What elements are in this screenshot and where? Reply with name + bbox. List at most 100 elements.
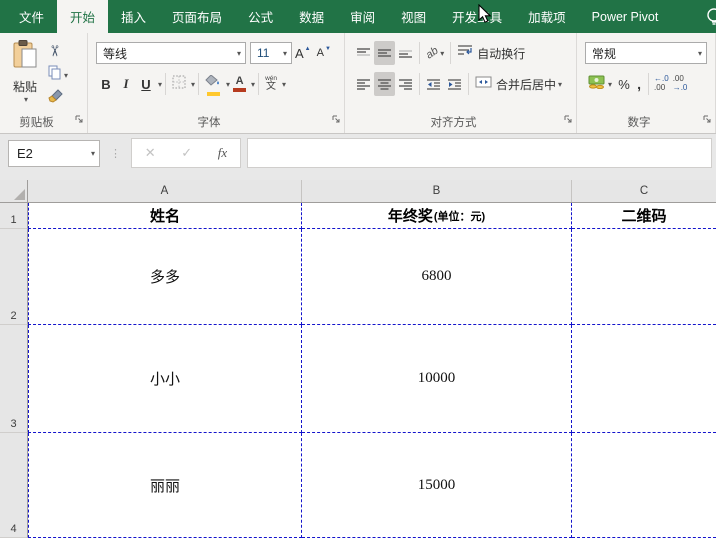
borders-dropdown-icon[interactable]: ▾ bbox=[191, 80, 195, 89]
tab-page-layout[interactable]: 页面布局 bbox=[159, 0, 235, 33]
cell-a1[interactable]: 姓名 bbox=[28, 203, 302, 229]
insert-function-icon[interactable]: fx bbox=[218, 145, 227, 161]
row-header-2[interactable]: 2 bbox=[0, 229, 28, 325]
tell-me-lightbulb-icon[interactable] bbox=[703, 6, 716, 33]
column-header-c[interactable]: C bbox=[572, 180, 716, 202]
copy-button[interactable]: ▾ bbox=[48, 65, 68, 85]
tab-review[interactable]: 审阅 bbox=[337, 0, 388, 33]
accounting-format-button[interactable]: ▾ bbox=[585, 72, 615, 96]
orientation-button[interactable]: ab ▾ bbox=[423, 41, 447, 65]
fill-color-button[interactable] bbox=[202, 72, 224, 96]
money-icon bbox=[588, 75, 606, 94]
separator bbox=[258, 73, 259, 95]
cell-a2[interactable]: 多多 bbox=[28, 229, 302, 325]
number-format-value: 常规 bbox=[592, 45, 616, 62]
cell-b4[interactable]: 15000 bbox=[302, 433, 572, 538]
cell-b3[interactable]: 10000 bbox=[302, 325, 572, 433]
cancel-icon[interactable]: ✕ bbox=[145, 145, 156, 161]
font-family-combobox[interactable]: 等线 ▾ bbox=[96, 42, 246, 64]
separator bbox=[198, 73, 199, 95]
cell-b2[interactable]: 6800 bbox=[302, 229, 572, 325]
formula-bar-splitter[interactable]: ⋮ bbox=[110, 147, 121, 160]
number-format-dropdown-icon[interactable]: ▾ bbox=[698, 49, 702, 58]
percent-style-button[interactable]: % bbox=[615, 72, 633, 96]
increase-indent-button[interactable] bbox=[444, 72, 465, 96]
cell-c1[interactable]: 二维码 bbox=[572, 203, 716, 229]
tab-data[interactable]: 数据 bbox=[286, 0, 337, 33]
tab-insert[interactable]: 插入 bbox=[108, 0, 159, 33]
clipboard-dialog-launcher[interactable] bbox=[74, 111, 84, 129]
column-header-b[interactable]: B bbox=[302, 180, 572, 202]
comma-style-button[interactable]: , bbox=[633, 72, 645, 96]
orientation-dropdown-icon[interactable]: ▾ bbox=[440, 49, 444, 58]
tab-formulas[interactable]: 公式 bbox=[235, 0, 286, 33]
tab-view[interactable]: 视图 bbox=[388, 0, 439, 33]
alignment-dialog-launcher[interactable] bbox=[563, 111, 573, 129]
align-left-button[interactable] bbox=[353, 72, 374, 96]
underline-button[interactable]: U bbox=[136, 72, 156, 96]
spreadsheet: A B C 1 姓名 年终奖(单位：元) 二维码 2 多多 6800 3 小小 … bbox=[0, 180, 716, 543]
increase-font-size-button[interactable]: A▲ bbox=[292, 41, 314, 65]
cell-a4[interactable]: 丽丽 bbox=[28, 433, 302, 538]
cell-b1[interactable]: 年终奖(单位：元) bbox=[302, 203, 572, 229]
align-left-icon bbox=[356, 78, 371, 90]
fill-color-bar bbox=[207, 92, 220, 96]
paste-dropdown-icon[interactable]: ▾ bbox=[24, 95, 28, 104]
align-center-icon bbox=[377, 78, 392, 90]
font-size-combobox[interactable]: 11 ▾ bbox=[250, 42, 292, 64]
font-dialog-launcher[interactable] bbox=[331, 111, 341, 129]
align-center-button[interactable] bbox=[374, 72, 395, 96]
decrease-indent-icon bbox=[426, 78, 441, 90]
bold-button[interactable]: B bbox=[96, 72, 116, 96]
align-bottom-button[interactable] bbox=[395, 41, 416, 65]
decrease-decimal-button[interactable]: .00 →.0 bbox=[671, 72, 690, 96]
row-header-1[interactable]: 1 bbox=[0, 203, 28, 229]
align-top-button[interactable] bbox=[353, 41, 374, 65]
underline-dropdown-icon[interactable]: ▾ bbox=[158, 80, 162, 89]
tab-home[interactable]: 开始 bbox=[57, 0, 108, 33]
row-header-4[interactable]: 4 bbox=[0, 433, 28, 538]
cell-c2[interactable] bbox=[572, 229, 716, 325]
number-format-dropdown[interactable]: 常规 ▾ bbox=[585, 42, 707, 64]
align-right-button[interactable] bbox=[395, 72, 416, 96]
copy-dropdown-icon[interactable]: ▾ bbox=[64, 71, 68, 80]
phonetic-dropdown-icon[interactable]: ▾ bbox=[282, 80, 286, 89]
align-top-icon bbox=[356, 47, 371, 59]
formula-input[interactable] bbox=[247, 138, 712, 168]
accounting-dropdown-icon[interactable]: ▾ bbox=[608, 80, 612, 89]
tab-add-ins[interactable]: 加载项 bbox=[515, 0, 579, 33]
decrease-indent-button[interactable] bbox=[423, 72, 444, 96]
font-family-dropdown-icon[interactable]: ▾ bbox=[237, 49, 241, 58]
cell-b1-main: 年终奖 bbox=[388, 205, 433, 226]
select-all-button[interactable] bbox=[0, 180, 28, 202]
paste-button[interactable]: 粘贴 ▾ bbox=[6, 39, 44, 123]
tab-file[interactable]: 文件 bbox=[6, 0, 57, 33]
tab-power-pivot[interactable]: Power Pivot bbox=[579, 0, 672, 33]
sheet-blank-area[interactable] bbox=[0, 538, 716, 543]
number-dialog-launcher[interactable] bbox=[702, 111, 712, 129]
format-painter-button[interactable] bbox=[48, 89, 68, 109]
merge-center-dropdown-icon[interactable]: ▾ bbox=[558, 80, 562, 89]
phonetic-guide-button[interactable]: wén 文 bbox=[262, 72, 280, 96]
merge-center-button[interactable]: 合并后居中 ▾ bbox=[472, 72, 565, 96]
enter-icon[interactable]: ✓ bbox=[181, 145, 192, 161]
font-color-button[interactable]: A bbox=[230, 72, 249, 96]
decrease-font-size-button[interactable]: A▼ bbox=[314, 41, 334, 65]
cell-c4[interactable] bbox=[572, 433, 716, 538]
cut-button[interactable]: ✂ bbox=[48, 41, 68, 61]
wrap-text-button[interactable]: 自动换行 bbox=[454, 41, 528, 65]
wrap-text-label: 自动换行 bbox=[477, 45, 525, 62]
merge-center-icon bbox=[475, 75, 492, 93]
align-middle-button[interactable] bbox=[374, 41, 395, 65]
borders-button[interactable] bbox=[169, 72, 189, 96]
font-size-dropdown-icon[interactable]: ▾ bbox=[283, 49, 287, 58]
cell-a3[interactable]: 小小 bbox=[28, 325, 302, 433]
font-color-dropdown-icon[interactable]: ▾ bbox=[251, 80, 255, 89]
italic-button[interactable]: I bbox=[116, 72, 136, 96]
column-header-a[interactable]: A bbox=[28, 180, 302, 202]
name-box-dropdown-icon[interactable]: ▾ bbox=[91, 149, 95, 158]
cell-c3[interactable] bbox=[572, 325, 716, 433]
name-box[interactable]: E2 ▾ bbox=[8, 140, 100, 167]
increase-decimal-button[interactable]: ←.0 .00 bbox=[652, 72, 671, 96]
row-header-3[interactable]: 3 bbox=[0, 325, 28, 433]
